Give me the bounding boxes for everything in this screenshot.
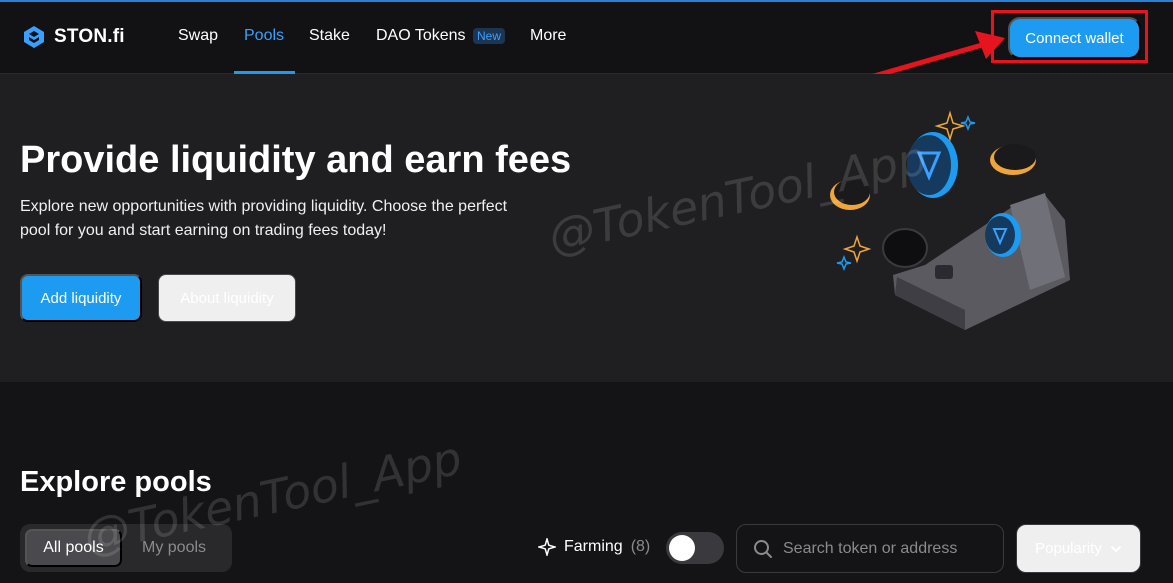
farming-filter[interactable]: Farming (8)	[538, 538, 650, 556]
toggle-knob	[669, 535, 695, 561]
search-box[interactable]	[736, 524, 1004, 573]
connect-wallet-button[interactable]: Connect wallet	[1008, 17, 1141, 59]
ston-logo-icon	[24, 26, 44, 48]
farming-toggle[interactable]	[666, 532, 724, 564]
sort-dropdown[interactable]: Popularity	[1016, 524, 1141, 573]
about-liquidity-button[interactable]: About liquidity	[158, 274, 296, 322]
chevron-down-icon	[1110, 545, 1121, 552]
brand-name: STON.fi	[54, 26, 125, 47]
sparkle-icon	[538, 538, 556, 556]
nav-swap[interactable]: Swap	[178, 27, 218, 45]
search-icon	[754, 539, 772, 558]
brand-logo[interactable]: STON.fi	[22, 25, 125, 49]
wallet-coins-illustration	[830, 110, 1070, 330]
farming-count: (8)	[630, 538, 651, 555]
nav-more[interactable]: More	[530, 27, 566, 45]
sort-label: Popularity	[1035, 540, 1102, 557]
add-liquidity-button[interactable]: Add liquidity	[20, 274, 142, 322]
farming-label: Farming	[564, 538, 623, 555]
hero-title: Provide liquidity and earn fees	[20, 139, 572, 181]
search-input[interactable]	[783, 539, 983, 558]
nav-dao-tokens[interactable]: DAO Tokens	[376, 27, 466, 45]
nav-stake[interactable]: Stake	[309, 27, 350, 45]
new-badge: New	[473, 28, 506, 44]
hero-subtitle: Explore new opportunities with providing…	[20, 198, 508, 239]
nav-pools[interactable]: Pools	[244, 27, 284, 45]
